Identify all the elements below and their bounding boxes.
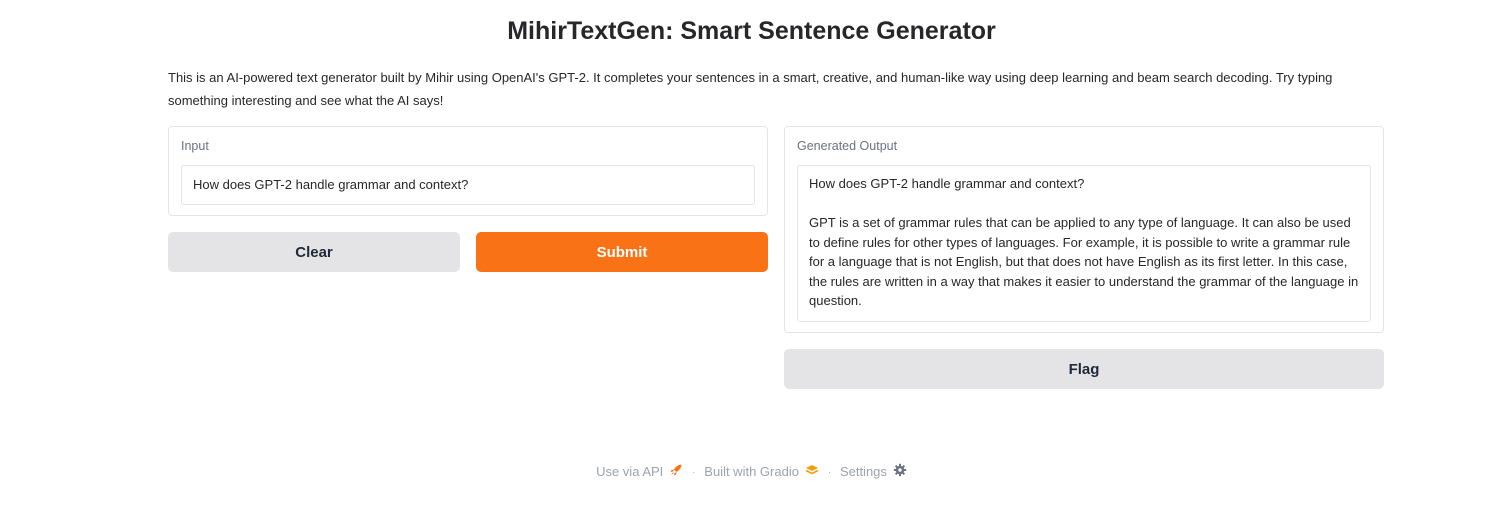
gear-icon xyxy=(893,463,907,480)
use-via-api-link[interactable]: Use via API xyxy=(596,463,683,480)
use-via-api-label: Use via API xyxy=(596,464,664,479)
input-label: Input xyxy=(181,139,209,153)
output-panel: Generated Output How does GPT-2 handle g… xyxy=(784,126,1384,333)
page-title: MihirTextGen: Smart Sentence Generator xyxy=(507,17,996,45)
flag-button[interactable]: Flag xyxy=(784,349,1384,389)
page-description: This is an AI-powered text generator bui… xyxy=(168,70,1333,108)
submit-button[interactable]: Submit xyxy=(476,232,768,272)
built-with-gradio-link[interactable]: Built with Gradio xyxy=(704,464,819,479)
gradio-logo-icon xyxy=(805,464,819,479)
output-label: Generated Output xyxy=(797,139,898,153)
settings-label: Settings xyxy=(839,464,887,479)
footer-separator: · xyxy=(827,466,831,477)
clear-button[interactable]: Clear xyxy=(168,232,460,272)
built-with-gradio-label: Built with Gradio xyxy=(704,464,799,479)
rocket-icon xyxy=(669,463,683,480)
settings-link[interactable]: Settings xyxy=(840,463,907,480)
input-panel: Input How does GPT-2 handle grammar and … xyxy=(168,126,768,216)
input-textbox[interactable]: How does GPT-2 handle grammar and contex… xyxy=(181,165,755,205)
footer-separator: · xyxy=(692,466,696,477)
footer: Use via API · Built with Gradio · Settin… xyxy=(0,463,1503,480)
output-textbox[interactable]: How does GPT-2 handle grammar and contex… xyxy=(797,165,1371,322)
